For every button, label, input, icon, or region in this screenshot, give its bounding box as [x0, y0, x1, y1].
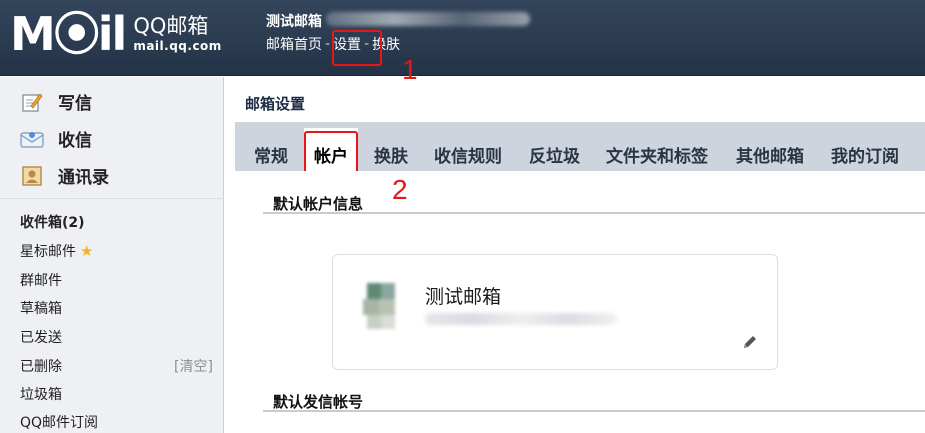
- top-header: M⦿il QQ邮箱 mail.qq.com 测试邮箱 邮箱首页 - 设置 - 换…: [0, 0, 925, 76]
- avatar: [363, 283, 405, 331]
- default-sender-section-title: 默认发信帐号: [273, 393, 364, 411]
- sidebar-item-starred[interactable]: 星标邮件 ★: [20, 241, 93, 261]
- compose-button[interactable]: 写信: [20, 89, 92, 114]
- contacts-button[interactable]: 通讯录: [20, 163, 109, 188]
- receive-button[interactable]: 收信: [20, 126, 92, 151]
- logo-domain: mail.qq.com: [133, 39, 222, 53]
- account-card: 测试邮箱: [332, 254, 778, 370]
- tab-my-subscriptions[interactable]: 我的订阅: [831, 142, 899, 167]
- tab-general[interactable]: 常规: [254, 142, 288, 167]
- envelope-icon: [20, 128, 44, 150]
- step-1-annotation: 1: [402, 54, 418, 85]
- account-name: 测试邮箱: [266, 14, 322, 30]
- logo-mail-text: M⦿il: [10, 7, 127, 61]
- link-separator: -: [325, 36, 331, 52]
- receive-label: 收信: [58, 131, 92, 151]
- account-tab-highlight-box: [304, 131, 358, 175]
- logo-qq-label: QQ邮箱: [133, 14, 209, 38]
- sidebar-divider: [0, 198, 224, 199]
- tab-folders-labels[interactable]: 文件夹和标签: [606, 142, 708, 167]
- page-title: 邮箱设置: [245, 95, 306, 113]
- qq-mail-logo[interactable]: M⦿il QQ邮箱 mail.qq.com: [10, 7, 222, 61]
- step-2-annotation: 2: [392, 174, 408, 205]
- account-email-redacted: [326, 12, 530, 26]
- sidebar-item-inbox[interactable]: 收件箱(2): [20, 212, 85, 232]
- contacts-label: 通讯录: [58, 168, 109, 188]
- contacts-book-icon: [20, 165, 44, 187]
- pencil-paper-icon: [20, 91, 44, 113]
- sidebar: 写信 收信 通讯录 收件箱(2) 星标邮件 ★ 群邮件 草稿箱 已发送 已删除 …: [0, 77, 224, 433]
- sidebar-item-deleted[interactable]: 已删除: [20, 356, 62, 376]
- tab-other-mailboxes[interactable]: 其他邮箱: [736, 142, 804, 167]
- sidebar-item-sent[interactable]: 已发送: [20, 327, 62, 347]
- account-display-name: 测试邮箱: [425, 286, 502, 308]
- starred-label: 星标邮件: [20, 244, 76, 260]
- sidebar-item-drafts[interactable]: 草稿箱: [20, 298, 62, 318]
- mailbox-home-link[interactable]: 邮箱首页: [266, 34, 322, 54]
- account-email-redacted: [425, 313, 617, 325]
- tab-anti-spam[interactable]: 反垃圾: [529, 142, 580, 167]
- section-divider: [263, 212, 925, 214]
- edit-pencil-icon[interactable]: [741, 333, 759, 351]
- compose-label: 写信: [58, 94, 92, 114]
- tab-receive-rules[interactable]: 收信规则: [434, 142, 502, 167]
- sidebar-item-group-mail[interactable]: 群邮件: [20, 270, 62, 290]
- logo-qq-block: QQ邮箱 mail.qq.com: [133, 14, 222, 54]
- sidebar-item-spam[interactable]: 垃圾箱: [20, 384, 62, 404]
- settings-highlight-box: [332, 30, 382, 66]
- section-divider: [263, 410, 925, 412]
- empty-trash-link[interactable]: [清空]: [174, 356, 213, 376]
- star-icon: ★: [80, 242, 94, 260]
- sidebar-item-subscriptions[interactable]: QQ邮件订阅: [20, 412, 98, 432]
- tab-skin[interactable]: 换肤: [374, 142, 408, 167]
- default-account-section-title: 默认帐户信息: [273, 195, 364, 213]
